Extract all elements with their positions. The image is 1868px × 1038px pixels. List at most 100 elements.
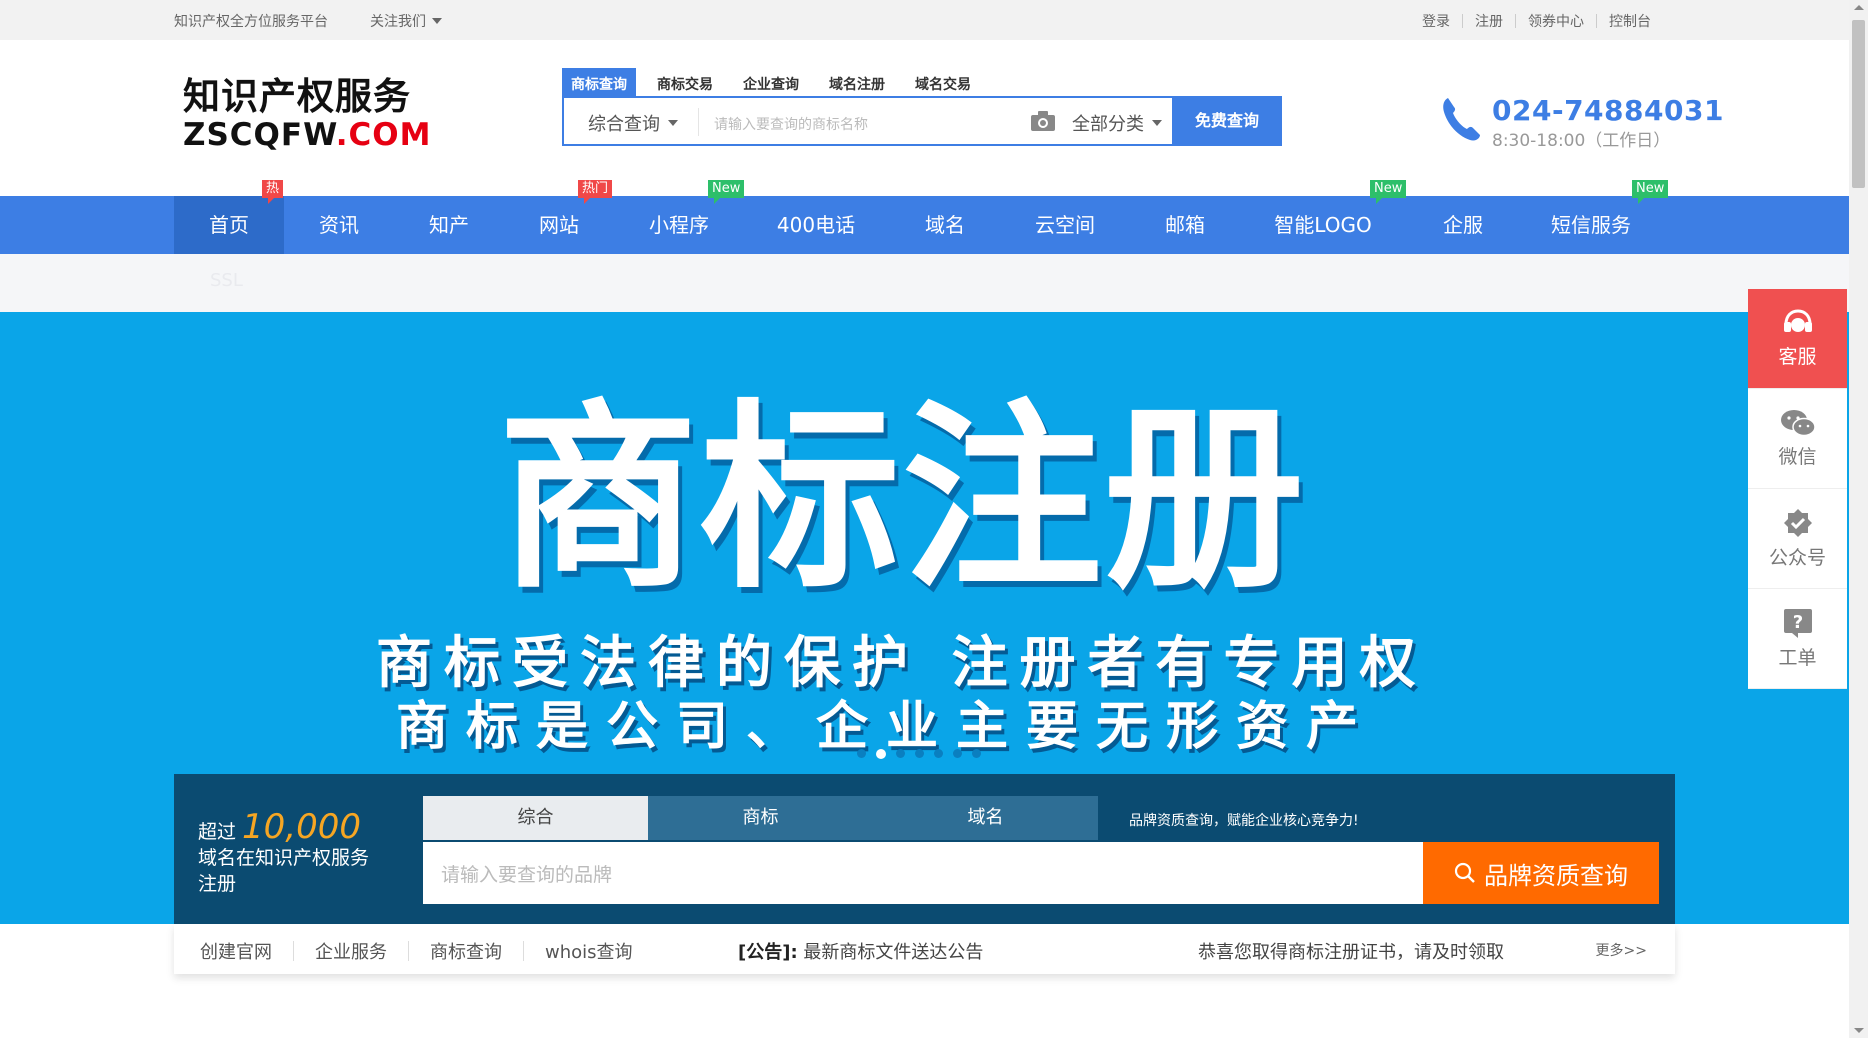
more-link[interactable]: 更多>> [1596, 940, 1647, 960]
carousel-dot[interactable] [934, 749, 943, 758]
nav-domain[interactable]: 域名 [888, 196, 1002, 254]
register-link[interactable]: 注册 [1463, 11, 1515, 31]
ticket-button[interactable]: ? 工单 [1748, 589, 1847, 689]
tab-company-query[interactable]: 企业查询 [734, 68, 808, 98]
announcement-message[interactable]: 恭喜您取得商标注册证书，请及时领取 [1198, 938, 1504, 964]
coupon-center-link[interactable]: 领券中心 [1516, 11, 1596, 31]
site-logo[interactable]: 知识产权服务 ZSCQFW.COM [183, 75, 431, 153]
search-box: 综合查询 请输入要查询的商标名称 全部分类 免费查询 [562, 96, 1282, 146]
divider [698, 108, 699, 136]
ticket-label: 工单 [1778, 647, 1817, 669]
main-nav: 首页 热 资讯 知产 网站 热门 小程序 New 400电话 域名 云空间 邮箱… [0, 180, 1849, 254]
quick-links-bar: 创建官网 企业服务 商标查询 whois查询 [公告]: 最新商标文件送达公告 … [174, 924, 1675, 974]
search-input[interactable]: 请输入要查询的商标名称 [714, 114, 868, 134]
domain-count: 超过 10,000 域名在知识产权服务 注册 [198, 810, 370, 897]
link-whois-query[interactable]: whois查询 [524, 938, 654, 964]
tab-trademark[interactable]: 商标 [648, 796, 873, 840]
working-hours: 8:30-18:00（工作日） [1492, 131, 1671, 151]
nav-ssl[interactable]: SSL [210, 270, 243, 291]
query-type-label: 综合查询 [588, 114, 660, 135]
chevron-down-icon [432, 18, 442, 24]
nav-mini-program[interactable]: 小程序 New [614, 180, 745, 254]
link-create-site[interactable]: 创建官网 [200, 938, 293, 964]
follow-us-dropdown[interactable]: 关注我们 [370, 11, 442, 31]
carousel-dot-active[interactable] [876, 749, 886, 759]
category-select[interactable]: 全部分类 [1072, 110, 1162, 136]
customer-service-button[interactable]: 客服 [1748, 289, 1847, 389]
announcement-text: 最新商标文件送达公告 [803, 942, 984, 963]
carousel-dot[interactable] [896, 749, 905, 758]
brand-query-label: 品牌资质查询 [1484, 861, 1628, 890]
nav-label: 智能LOGO [1274, 213, 1372, 237]
phone-icon [1443, 98, 1480, 141]
tab-domain-trade[interactable]: 域名交易 [906, 68, 980, 98]
nav-home[interactable]: 首页 热 [174, 180, 284, 254]
hot-badge: 热门 [578, 180, 613, 204]
top-bar: 知识产权全方位服务平台 关注我们 登录 注册 领券中心 控制台 [0, 0, 1849, 40]
announcement[interactable]: [公告]: 最新商标文件送达公告 [738, 938, 983, 964]
tab-trademark-query[interactable]: 商标查询 [562, 68, 636, 98]
console-link[interactable]: 控制台 [1597, 11, 1663, 31]
hot-badge: 热 [262, 180, 284, 204]
carousel-dot[interactable] [857, 749, 866, 758]
official-account-label: 公众号 [1768, 547, 1826, 569]
carousel-dot[interactable] [915, 749, 924, 758]
nav-400-phone[interactable]: 400电话 [756, 196, 876, 254]
query-tabs: 综合 商标 域名 [423, 796, 1098, 840]
scrollbar-thumb[interactable] [1852, 20, 1865, 188]
new-badge: New [1632, 180, 1669, 204]
count-value: 10,000 [242, 807, 361, 847]
brand-query-panel: 超过 10,000 域名在知识产权服务 注册 综合 商标 域名 品牌资质查询，赋能… [174, 774, 1675, 924]
official-account-button[interactable]: 公众号 [1748, 489, 1847, 589]
nav-cloud-space[interactable]: 云空间 [1008, 196, 1122, 254]
nav-sms-service[interactable]: 短信服务 New [1534, 180, 1669, 254]
tab-domain[interactable]: 域名 [873, 796, 1098, 840]
logo-title: 知识产权服务 [183, 75, 411, 118]
tab-trademark-trade[interactable]: 商标交易 [648, 68, 722, 98]
banner-line-2: 商标是公司、企业主要无形资产 [396, 696, 1377, 757]
help-icon: ? [1783, 609, 1812, 638]
link-enterprise-service[interactable]: 企业服务 [294, 938, 408, 964]
nav-email[interactable]: 邮箱 [1130, 196, 1240, 254]
camera-icon[interactable] [1030, 110, 1056, 132]
phone-number: 024-74884031 [1492, 94, 1724, 127]
scroll-up-icon[interactable] [1854, 5, 1864, 10]
over-label: 超过 [198, 821, 237, 843]
query-slogan: 品牌资质查询，赋能企业核心竞争力! [1129, 813, 1359, 829]
carousel-dot[interactable] [972, 749, 981, 758]
brand-query-button[interactable]: 品牌资质查询 [1423, 842, 1659, 904]
carousel-dot[interactable] [953, 749, 962, 758]
link-trademark-query[interactable]: 商标查询 [409, 938, 523, 964]
nav-enterprise-service[interactable]: 企服 [1408, 196, 1518, 254]
tab-domain-register[interactable]: 域名注册 [820, 68, 894, 98]
vertical-scrollbar[interactable] [1849, 0, 1868, 1038]
banner-title: 商标注册 [498, 383, 1307, 616]
new-badge: New [708, 180, 745, 204]
nav-label: 小程序 [649, 213, 709, 237]
login-link[interactable]: 登录 [1410, 11, 1462, 31]
nav-label: 网站 [539, 213, 579, 237]
nav-smart-logo[interactable]: 智能LOGO New [1262, 180, 1407, 254]
customer-service-label: 客服 [1778, 346, 1817, 368]
wechat-label: 微信 [1778, 446, 1817, 468]
search-tabs: 商标查询 商标交易 企业查询 域名注册 域名交易 [562, 68, 992, 98]
carousel-dots [857, 749, 981, 759]
nav-website[interactable]: 网站 热门 [504, 180, 614, 254]
nav-label: 首页 [209, 213, 249, 237]
brand-search-placeholder: 请输入要查询的品牌 [441, 864, 613, 886]
side-float-bar: 客服 微信 公众号 ? 工单 [1748, 289, 1847, 689]
category-label: 全部分类 [1072, 114, 1144, 135]
search-icon [1454, 862, 1475, 883]
wechat-button[interactable]: 微信 [1748, 389, 1847, 489]
verified-badge-icon [1783, 509, 1812, 537]
nav-ip[interactable]: 知产 [394, 196, 504, 254]
chevron-down-icon [668, 120, 678, 126]
tab-general[interactable]: 综合 [423, 796, 648, 840]
nav-news[interactable]: 资讯 [284, 196, 394, 254]
scroll-down-icon[interactable] [1854, 1028, 1864, 1033]
free-query-button[interactable]: 免费查询 [1172, 96, 1282, 146]
query-type-select[interactable]: 综合查询 [588, 110, 678, 136]
count-desc: 域名在知识产权服务 [198, 847, 370, 869]
nav-label: 短信服务 [1551, 213, 1631, 237]
brand-search-input[interactable]: 请输入要查询的品牌 [423, 842, 1423, 904]
